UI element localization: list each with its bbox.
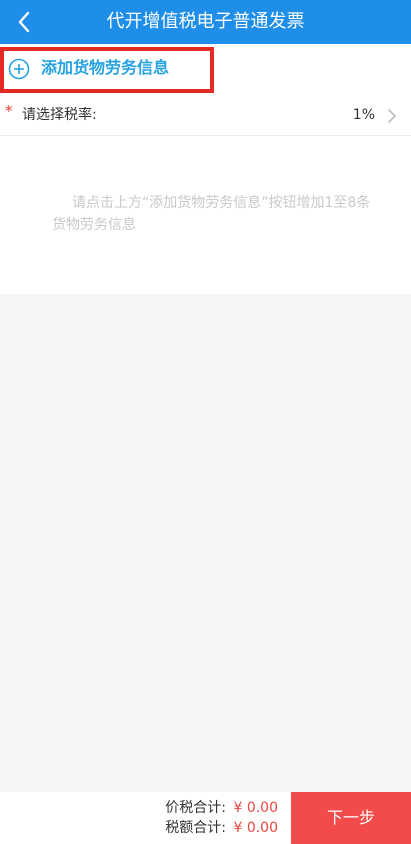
- plus-circle-icon: [8, 58, 30, 80]
- empty-hint: 请点击上方“添加货物劳务信息”按钮增加1至8条货物劳务信息: [52, 195, 371, 233]
- tax-rate-label: 请选择税率:: [22, 107, 97, 123]
- chevron-right-icon: [388, 109, 396, 123]
- add-goods-label: 添加货物劳务信息: [41, 58, 170, 77]
- invoice-form: 添加货物劳务信息 * 请选择税率: 1% 请点击上方“添加货物劳务信息”按钮增加…: [0, 44, 411, 294]
- price-tax-total-label: 价税合计:: [165, 800, 226, 816]
- totals-summary: 价税合计: ¥ 0.00 税额合计: ¥ 0.00: [165, 798, 278, 838]
- header-bar: 代开增值税电子普通发票: [0, 0, 411, 44]
- add-goods-button[interactable]: 添加货物劳务信息: [0, 44, 411, 93]
- price-tax-total-value: ¥ 0.00: [233, 800, 278, 816]
- next-step-button[interactable]: 下一步: [291, 792, 411, 844]
- required-mark: *: [5, 102, 13, 120]
- price-tax-total: 价税合计: ¥ 0.00: [165, 798, 278, 818]
- tax-total: 税额合计: ¥ 0.00: [165, 818, 278, 838]
- tax-total-label: 税额合计:: [165, 820, 226, 836]
- tax-total-value: ¥ 0.00: [233, 820, 278, 836]
- footer-bar: 价税合计: ¥ 0.00 税额合计: ¥ 0.00 下一步: [0, 792, 411, 844]
- tax-rate-selector[interactable]: * 请选择税率: 1%: [0, 96, 411, 136]
- page-title: 代开增值税电子普通发票: [106, 11, 305, 32]
- tax-rate-value: 1%: [352, 107, 375, 123]
